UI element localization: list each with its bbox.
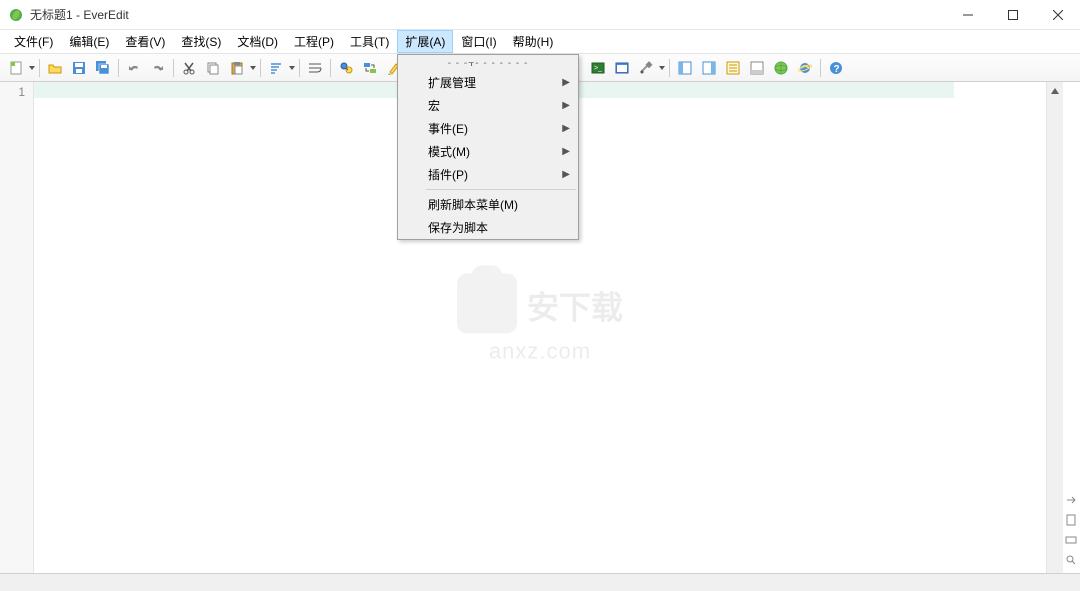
open-button[interactable] — [44, 57, 66, 79]
menu-window[interactable]: 窗口(I) — [453, 30, 504, 53]
line-number-gutter: 1 — [0, 82, 34, 573]
statusbar — [0, 573, 1080, 591]
new-file-dropdown[interactable] — [28, 66, 36, 70]
right-margin-icons — [1063, 82, 1080, 573]
menu-view[interactable]: 查看(V) — [117, 30, 173, 53]
submenu-arrow-icon: ▶ — [562, 100, 570, 111]
menu-file[interactable]: 文件(F) — [6, 30, 61, 53]
menubar: 文件(F) 编辑(E) 查看(V) 查找(S) 文档(D) 工程(P) 工具(T… — [0, 30, 1080, 54]
copy-button[interactable] — [202, 57, 224, 79]
dropdown-refresh-scripts[interactable]: 刷新脚本菜单(M) — [398, 193, 578, 216]
terminal-button[interactable]: >_ — [587, 57, 609, 79]
web-button[interactable] — [770, 57, 792, 79]
panel2-button[interactable] — [698, 57, 720, 79]
panel3-button[interactable] — [722, 57, 744, 79]
dropdown-events[interactable]: 事件(E)▶ — [398, 117, 578, 140]
scroll-up-arrow[interactable] — [1047, 82, 1063, 99]
watermark-text: 安下载 — [527, 282, 623, 328]
paste-button[interactable] — [226, 57, 248, 79]
dropdown-save-as-script[interactable]: 保存为脚本 — [398, 216, 578, 239]
submenu-arrow-icon: ▶ — [562, 77, 570, 88]
find-button[interactable] — [335, 57, 357, 79]
menu-help[interactable]: 帮助(H) — [505, 30, 562, 53]
sort-dropdown[interactable] — [288, 66, 296, 70]
app-icon — [8, 7, 24, 23]
save-button[interactable] — [68, 57, 90, 79]
menu-tools[interactable]: 工具(T) — [342, 30, 397, 53]
dropdown-plugins[interactable]: 插件(P)▶ — [398, 163, 578, 186]
watermark-icon — [457, 273, 517, 333]
toolbar-separator — [669, 59, 670, 77]
toolbar-separator — [173, 59, 174, 77]
save-all-button[interactable] — [92, 57, 114, 79]
replace-button[interactable] — [359, 57, 381, 79]
dropdown-macro[interactable]: 宏▶ — [398, 94, 578, 117]
margin-arrow-icon[interactable] — [1065, 494, 1079, 508]
sort-button[interactable] — [265, 57, 287, 79]
new-file-button[interactable] — [5, 57, 27, 79]
paste-dropdown[interactable] — [249, 66, 257, 70]
minimize-button[interactable] — [945, 0, 990, 30]
toolbar-separator — [39, 59, 40, 77]
ie-button[interactable] — [794, 57, 816, 79]
toolbar-separator — [820, 59, 821, 77]
menu-project[interactable]: 工程(P) — [286, 30, 342, 53]
margin-box-icon[interactable] — [1065, 534, 1079, 548]
dropdown-extension-manage[interactable]: 扩展管理▶ — [398, 71, 578, 94]
window-title: 无标题1 - EverEdit — [30, 6, 945, 23]
submenu-arrow-icon: ▶ — [562, 123, 570, 134]
dropdown-separator — [426, 189, 576, 190]
svg-text:>_: >_ — [594, 65, 602, 72]
maximize-button[interactable] — [990, 0, 1035, 30]
dropdown-mode[interactable]: 模式(M)▶ — [398, 140, 578, 163]
settings-dropdown[interactable] — [658, 66, 666, 70]
vertical-scrollbar[interactable] — [1046, 82, 1063, 573]
help-button[interactable]: ? — [825, 57, 847, 79]
svg-text:?: ? — [834, 64, 840, 75]
submenu-arrow-icon: ▶ — [562, 146, 570, 157]
menu-document[interactable]: 文档(D) — [229, 30, 286, 53]
settings-button[interactable] — [635, 57, 657, 79]
close-button[interactable] — [1035, 0, 1080, 30]
extensions-dropdown-menu: - - -⫟- - - - - - - 扩展管理▶ 宏▶ 事件(E)▶ 模式(M… — [397, 54, 579, 240]
submenu-arrow-icon: ▶ — [562, 169, 570, 180]
line-number: 1 — [0, 84, 33, 100]
watermark: 安下载 anxz.com — [457, 273, 623, 364]
undo-button[interactable] — [123, 57, 145, 79]
redo-button[interactable] — [147, 57, 169, 79]
toolbar-separator — [330, 59, 331, 77]
wrap-button[interactable] — [304, 57, 326, 79]
menu-edit[interactable]: 编辑(E) — [61, 30, 117, 53]
menu-extensions[interactable]: 扩展(A) — [397, 30, 453, 53]
cut-button[interactable] — [178, 57, 200, 79]
panel4-button[interactable] — [746, 57, 768, 79]
toolbar-separator — [299, 59, 300, 77]
menu-search[interactable]: 查找(S) — [173, 30, 229, 53]
toolbar-separator — [260, 59, 261, 77]
margin-doc-icon[interactable] — [1065, 514, 1079, 528]
titlebar: 无标题1 - EverEdit — [0, 0, 1080, 30]
margin-search-icon[interactable] — [1065, 554, 1079, 568]
dropdown-tearoff[interactable]: - - -⫟- - - - - - - — [398, 55, 578, 71]
browser-button[interactable] — [611, 57, 633, 79]
watermark-url: anxz.com — [457, 338, 623, 364]
window-controls — [945, 0, 1080, 30]
toolbar-separator — [118, 59, 119, 77]
panel1-button[interactable] — [674, 57, 696, 79]
